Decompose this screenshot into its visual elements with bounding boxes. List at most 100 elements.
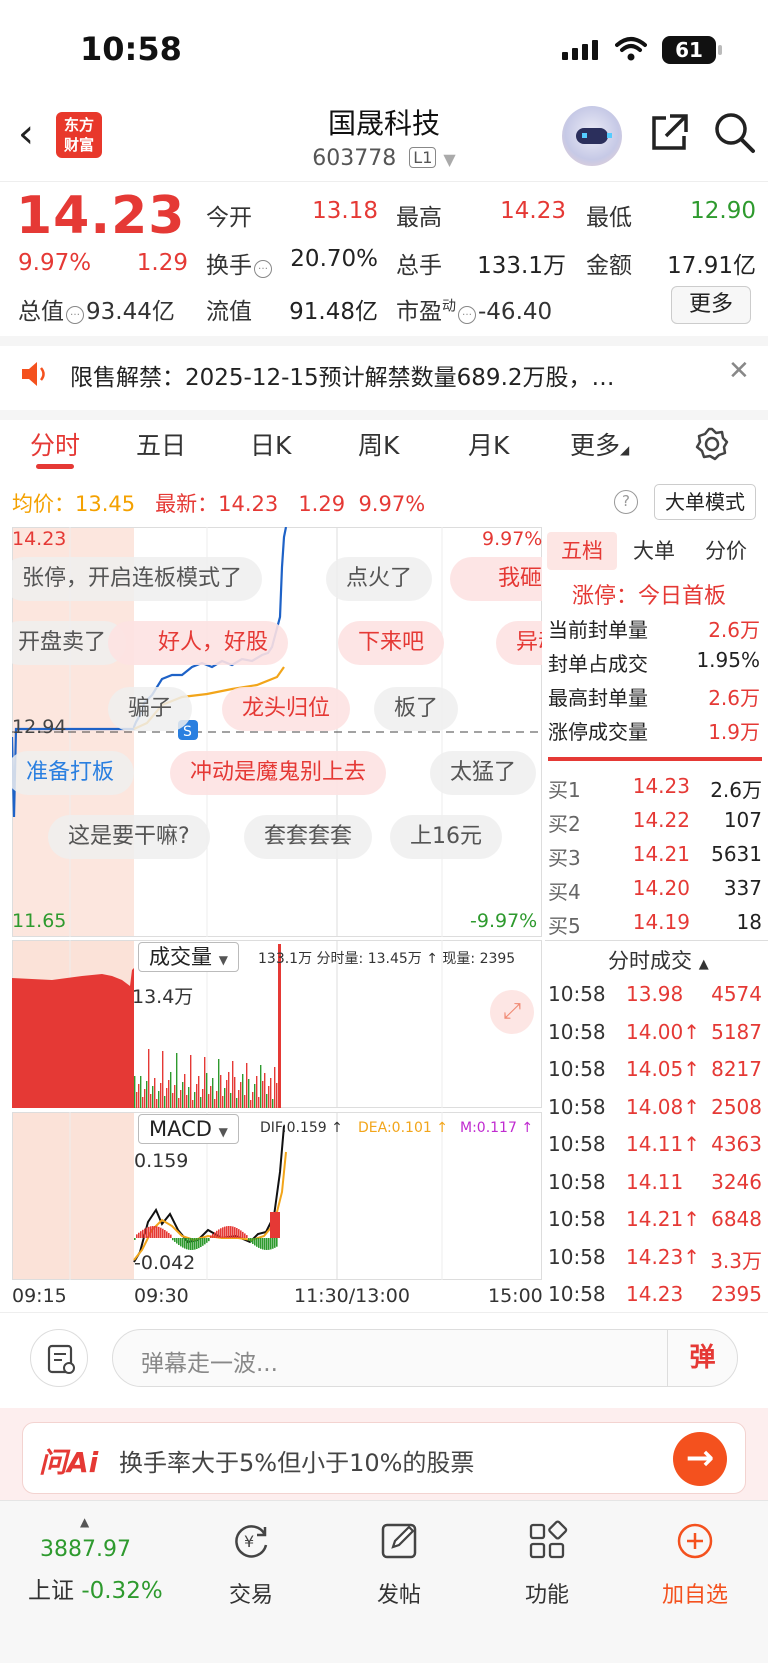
divider [545,940,768,941]
volume-bar [190,1055,192,1108]
volume-bar [244,1095,246,1108]
volume-bar [140,1076,142,1108]
nav-post[interactable]: 发帖 [344,1519,454,1609]
danmu-bubble[interactable]: 龙头归位 [222,687,351,731]
danmu-bubble[interactable]: 太猛了 [430,751,537,795]
tab-five-day[interactable]: 五日 [136,426,186,462]
unlock-notice[interactable]: 限售解禁：2025-12-15预计解禁数量689.2万股，… ✕ [0,340,768,410]
macd-bar [194,1238,196,1250]
macd-bar [164,1230,166,1238]
ticks-header[interactable]: 分时成交 ▲ [608,945,709,975]
note-settings-icon[interactable] [30,1329,88,1387]
ai-robot-icon[interactable] [562,106,622,166]
big-order-mode-button[interactable]: 大单模式 [654,484,756,520]
danmu-bubble[interactable]: 我砸了 [450,557,542,601]
macd-bar [214,1232,216,1238]
volume-bar [270,1078,272,1108]
volume-bar [264,1073,266,1108]
macd-bar [172,1238,174,1241]
macd-bar [186,1238,188,1250]
macd-bar [246,1235,248,1238]
more-button[interactable]: 更多 [671,286,751,324]
macd-bar [160,1227,162,1238]
tab-price-dist[interactable]: 分价 [691,532,761,570]
macd-bar [252,1238,254,1244]
danmu-toggle-button[interactable]: 弹 [667,1330,737,1386]
volume-bar [188,1087,190,1108]
danmu-bubble[interactable]: 这是要干嘛? [48,815,210,859]
volume-bar [212,1078,214,1108]
tab-daily-k[interactable]: 日K [250,426,291,462]
nav-functions[interactable]: 功能 [492,1519,602,1609]
nav-trade[interactable]: ¥ 交易 [196,1519,306,1609]
pe-value: -46.40 [478,299,553,325]
danmu-bubble[interactable]: 张停，开启连板模式了 [12,557,263,601]
ai-search-bar[interactable]: 问Ai 换手率大于5%但小于10%的股票 → [22,1422,746,1494]
status-bar: 10:58 61 [0,0,768,100]
info-icon: … [66,306,84,324]
close-icon[interactable]: ✕ [728,356,750,386]
volume-bar [234,1077,236,1108]
amount-value: 17.91亿 [667,253,756,279]
tab-monthly-k[interactable]: 月K [468,426,509,462]
arrow-right-icon[interactable]: → [673,1432,727,1486]
macd-bar [162,1228,164,1238]
danmu-bubble[interactable]: 准备打板 [12,751,135,795]
macd-bar [192,1238,194,1250]
volume-bar [258,1097,260,1108]
nav-add-watchlist[interactable]: 加自选 [640,1519,750,1609]
volume-indicator-select[interactable]: 成交量 ▼ [138,942,239,972]
danmu-bubble[interactable]: 板了 [374,687,459,731]
volume-bar [178,1098,180,1108]
macd-top: 0.159 [134,1150,189,1172]
macd-bar [148,1226,150,1238]
volume-bar [150,1094,152,1108]
volume-bar [216,1091,218,1108]
danmu-input[interactable]: 弹幕走一波... 弹 [112,1329,738,1387]
stat-row: 涨停成交量 1.9万 [548,720,760,744]
volume-bar [226,1080,228,1108]
volume-bar [180,1090,182,1108]
danmu-bubble[interactable]: 骗子 [108,687,193,731]
gear-icon[interactable] [694,426,730,462]
help-icon[interactable]: ? [614,490,638,514]
volume-bar [220,1075,222,1108]
macd-bar [224,1226,226,1238]
volume-bar [268,1086,270,1108]
macd-bar [168,1232,170,1238]
volume-bar [254,1084,256,1108]
volume-bar [222,1096,224,1108]
macd-bar [220,1228,222,1238]
macd-indicator-select[interactable]: MACD ▼ [138,1114,239,1144]
chart-tabs: 分时 五日 日K 周K 月K 更多◢ [0,418,768,478]
volume-bar [138,1084,140,1108]
macd-bar [276,1238,278,1247]
macd-bar [230,1226,232,1238]
tab-weekly-k[interactable]: 周K [358,426,399,462]
danmu-bubble[interactable]: 上16元 [390,815,502,859]
limit-divider [548,757,762,761]
danmu-bubble[interactable]: 冲动是魔鬼别上去 [170,751,387,795]
macd-bottom: -0.042 [134,1252,196,1274]
grid-icon [529,1520,568,1559]
float-value: 91.48亿 [289,299,378,325]
danmu-bubble[interactable]: 套套套套 [244,815,373,859]
share-icon[interactable] [648,112,690,154]
macd-bar [158,1226,160,1238]
expand-icon[interactable]: ⤢ [490,990,534,1034]
macd-bar [206,1238,208,1243]
danmu-bubble[interactable]: 异动 [496,621,542,665]
pct-change: 9.97% [18,250,92,276]
danmu-layer: 张停，开启连板模式了 点火了 我砸了 开盘卖了 好人，好股 下来吧 异动 骗子 … [12,527,542,937]
tab-more[interactable]: 更多◢ [570,426,629,462]
tab-big-order[interactable]: 大单 [619,532,689,570]
tab-five-level[interactable]: 五档 [547,532,617,570]
danmu-bubble[interactable]: 下来吧 [338,621,445,665]
caret-up-icon: ▲ [80,1515,90,1529]
search-icon[interactable] [712,110,756,154]
danmu-bubble[interactable]: 点火了 [326,557,433,601]
macd-bar [156,1226,158,1238]
mcap-label: 总值… 93.44亿 [18,299,175,325]
danmu-bubble[interactable]: 好人，好股 [108,621,289,665]
tab-intraday[interactable]: 分时 [30,426,80,462]
